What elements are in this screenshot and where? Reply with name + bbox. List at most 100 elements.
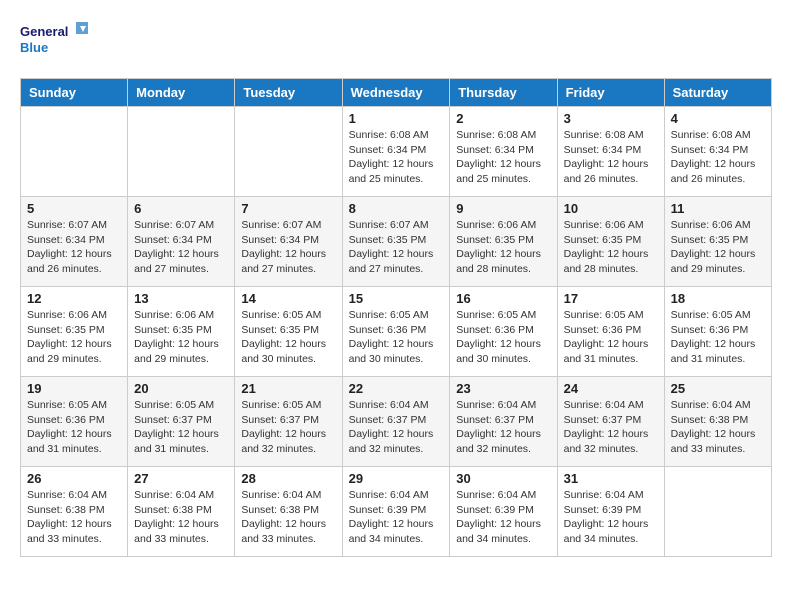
day-info: Sunrise: 6:08 AM Sunset: 6:34 PM Dayligh…	[456, 128, 550, 187]
calendar-cell: 15 Sunrise: 6:05 AM Sunset: 6:36 PM Dayli…	[342, 287, 450, 377]
day-number: 25	[671, 381, 765, 396]
day-header-monday: Monday	[128, 79, 235, 107]
day-info: Sunrise: 6:06 AM Sunset: 6:35 PM Dayligh…	[27, 308, 121, 367]
calendar-cell: 20 Sunrise: 6:05 AM Sunset: 6:37 PM Dayli…	[128, 377, 235, 467]
day-info: Sunrise: 6:05 AM Sunset: 6:36 PM Dayligh…	[671, 308, 765, 367]
day-number: 28	[241, 471, 335, 486]
day-number: 22	[349, 381, 444, 396]
day-info: Sunrise: 6:05 AM Sunset: 6:37 PM Dayligh…	[241, 398, 335, 457]
day-number: 5	[27, 201, 121, 216]
calendar-cell: 23 Sunrise: 6:04 AM Sunset: 6:37 PM Dayli…	[450, 377, 557, 467]
day-info: Sunrise: 6:07 AM Sunset: 6:34 PM Dayligh…	[134, 218, 228, 277]
day-number: 2	[456, 111, 550, 126]
day-number: 12	[27, 291, 121, 306]
day-info: Sunrise: 6:08 AM Sunset: 6:34 PM Dayligh…	[349, 128, 444, 187]
day-number: 8	[349, 201, 444, 216]
calendar-cell: 17Sunrise: 6:05 AM Sunset: 6:36 PM Dayli…	[557, 287, 664, 377]
page-header: General Blue	[20, 20, 772, 62]
day-info: Sunrise: 6:07 AM Sunset: 6:35 PM Dayligh…	[349, 218, 444, 277]
day-number: 26	[27, 471, 121, 486]
day-header-thursday: Thursday	[450, 79, 557, 107]
day-info: Sunrise: 6:04 AM Sunset: 6:38 PM Dayligh…	[241, 488, 335, 547]
calendar-table: SundayMondayTuesdayWednesdayThursdayFrid…	[20, 78, 772, 557]
calendar-cell: 30Sunrise: 6:04 AM Sunset: 6:39 PM Dayli…	[450, 467, 557, 557]
day-info: Sunrise: 6:04 AM Sunset: 6:38 PM Dayligh…	[671, 398, 765, 457]
days-header-row: SundayMondayTuesdayWednesdayThursdayFrid…	[21, 79, 772, 107]
day-number: 3	[564, 111, 658, 126]
day-info: Sunrise: 6:05 AM Sunset: 6:36 PM Dayligh…	[349, 308, 444, 367]
day-number: 23	[456, 381, 550, 396]
day-header-saturday: Saturday	[664, 79, 771, 107]
day-number: 30	[456, 471, 550, 486]
day-number: 31	[564, 471, 658, 486]
day-info: Sunrise: 6:04 AM Sunset: 6:39 PM Dayligh…	[349, 488, 444, 547]
calendar-cell	[21, 107, 128, 197]
week-row-5: 26 Sunrise: 6:04 AM Sunset: 6:38 PM Dayli…	[21, 467, 772, 557]
day-number: 18	[671, 291, 765, 306]
calendar-cell: 1 Sunrise: 6:08 AM Sunset: 6:34 PM Daylig…	[342, 107, 450, 197]
calendar-cell: 25 Sunrise: 6:04 AM Sunset: 6:38 PM Dayli…	[664, 377, 771, 467]
day-info: Sunrise: 6:06 AM Sunset: 6:35 PM Dayligh…	[456, 218, 550, 277]
calendar-cell: 28 Sunrise: 6:04 AM Sunset: 6:38 PM Dayli…	[235, 467, 342, 557]
day-info: Sunrise: 6:06 AM Sunset: 6:35 PM Dayligh…	[671, 218, 765, 277]
day-number: 17	[564, 291, 658, 306]
calendar-cell: 10 Sunrise: 6:06 AM Sunset: 6:35 PM Dayli…	[557, 197, 664, 287]
day-number: 14	[241, 291, 335, 306]
day-info: Sunrise: 6:04 AM Sunset: 6:37 PM Dayligh…	[456, 398, 550, 457]
day-info: Sunrise: 6:08 AM Sunset: 6:34 PM Dayligh…	[564, 128, 658, 187]
day-number: 13	[134, 291, 228, 306]
day-number: 20	[134, 381, 228, 396]
day-info: Sunrise: 6:05 AM Sunset: 6:35 PM Dayligh…	[241, 308, 335, 367]
day-info: Sunrise: 6:07 AM Sunset: 6:34 PM Dayligh…	[27, 218, 121, 277]
calendar-cell: 3 Sunrise: 6:08 AM Sunset: 6:34 PM Daylig…	[557, 107, 664, 197]
day-number: 7	[241, 201, 335, 216]
day-info: Sunrise: 6:08 AM Sunset: 6:34 PM Dayligh…	[671, 128, 765, 187]
day-info: Sunrise: 6:04 AM Sunset: 6:37 PM Dayligh…	[349, 398, 444, 457]
day-number: 15	[349, 291, 444, 306]
day-number: 16	[456, 291, 550, 306]
calendar-cell	[235, 107, 342, 197]
day-number: 4	[671, 111, 765, 126]
calendar-cell: 29 Sunrise: 6:04 AM Sunset: 6:39 PM Dayli…	[342, 467, 450, 557]
day-number: 10	[564, 201, 658, 216]
calendar-cell: 4 Sunrise: 6:08 AM Sunset: 6:34 PM Daylig…	[664, 107, 771, 197]
day-info: Sunrise: 6:06 AM Sunset: 6:35 PM Dayligh…	[134, 308, 228, 367]
calendar-cell: 14 Sunrise: 6:05 AM Sunset: 6:35 PM Dayli…	[235, 287, 342, 377]
day-number: 1	[349, 111, 444, 126]
calendar-cell: 31 Sunrise: 6:04 AM Sunset: 6:39 PM Dayli…	[557, 467, 664, 557]
day-number: 6	[134, 201, 228, 216]
calendar-cell: 26Sunrise: 6:04 AM Sunset: 6:38 PM Dayli…	[21, 467, 128, 557]
day-header-sunday: Sunday	[21, 79, 128, 107]
day-info: Sunrise: 6:06 AM Sunset: 6:35 PM Dayligh…	[564, 218, 658, 277]
svg-text:General: General	[20, 24, 68, 39]
calendar-cell: 2 Sunrise: 6:08 AM Sunset: 6:34 PM Daylig…	[450, 107, 557, 197]
calendar-cell: 7 Sunrise: 6:07 AM Sunset: 6:34 PM Daylig…	[235, 197, 342, 287]
day-header-tuesday: Tuesday	[235, 79, 342, 107]
day-info: Sunrise: 6:05 AM Sunset: 6:36 PM Dayligh…	[456, 308, 550, 367]
day-number: 11	[671, 201, 765, 216]
day-info: Sunrise: 6:04 AM Sunset: 6:37 PM Dayligh…	[564, 398, 658, 457]
calendar-cell: 8 Sunrise: 6:07 AM Sunset: 6:35 PM Daylig…	[342, 197, 450, 287]
day-number: 29	[349, 471, 444, 486]
calendar-cell: 9Sunrise: 6:06 AM Sunset: 6:35 PM Daylig…	[450, 197, 557, 287]
day-info: Sunrise: 6:04 AM Sunset: 6:38 PM Dayligh…	[134, 488, 228, 547]
calendar-cell: 13 Sunrise: 6:06 AM Sunset: 6:35 PM Dayli…	[128, 287, 235, 377]
calendar-cell: 6 Sunrise: 6:07 AM Sunset: 6:34 PM Daylig…	[128, 197, 235, 287]
calendar-cell: 5 Sunrise: 6:07 AM Sunset: 6:34 PM Daylig…	[21, 197, 128, 287]
week-row-2: 5 Sunrise: 6:07 AM Sunset: 6:34 PM Daylig…	[21, 197, 772, 287]
day-number: 21	[241, 381, 335, 396]
calendar-cell: 19Sunrise: 6:05 AM Sunset: 6:36 PM Dayli…	[21, 377, 128, 467]
logo: General Blue	[20, 20, 90, 62]
week-row-1: 1 Sunrise: 6:08 AM Sunset: 6:34 PM Daylig…	[21, 107, 772, 197]
day-number: 27	[134, 471, 228, 486]
day-info: Sunrise: 6:04 AM Sunset: 6:39 PM Dayligh…	[564, 488, 658, 547]
day-info: Sunrise: 6:05 AM Sunset: 6:37 PM Dayligh…	[134, 398, 228, 457]
calendar-cell: 24Sunrise: 6:04 AM Sunset: 6:37 PM Dayli…	[557, 377, 664, 467]
calendar-cell: 16 Sunrise: 6:05 AM Sunset: 6:36 PM Dayli…	[450, 287, 557, 377]
calendar-cell: 12 Sunrise: 6:06 AM Sunset: 6:35 PM Dayli…	[21, 287, 128, 377]
calendar-cell: 22 Sunrise: 6:04 AM Sunset: 6:37 PM Dayli…	[342, 377, 450, 467]
calendar-cell: 11 Sunrise: 6:06 AM Sunset: 6:35 PM Dayli…	[664, 197, 771, 287]
calendar-cell	[128, 107, 235, 197]
day-info: Sunrise: 6:07 AM Sunset: 6:34 PM Dayligh…	[241, 218, 335, 277]
day-info: Sunrise: 6:05 AM Sunset: 6:36 PM Dayligh…	[27, 398, 121, 457]
